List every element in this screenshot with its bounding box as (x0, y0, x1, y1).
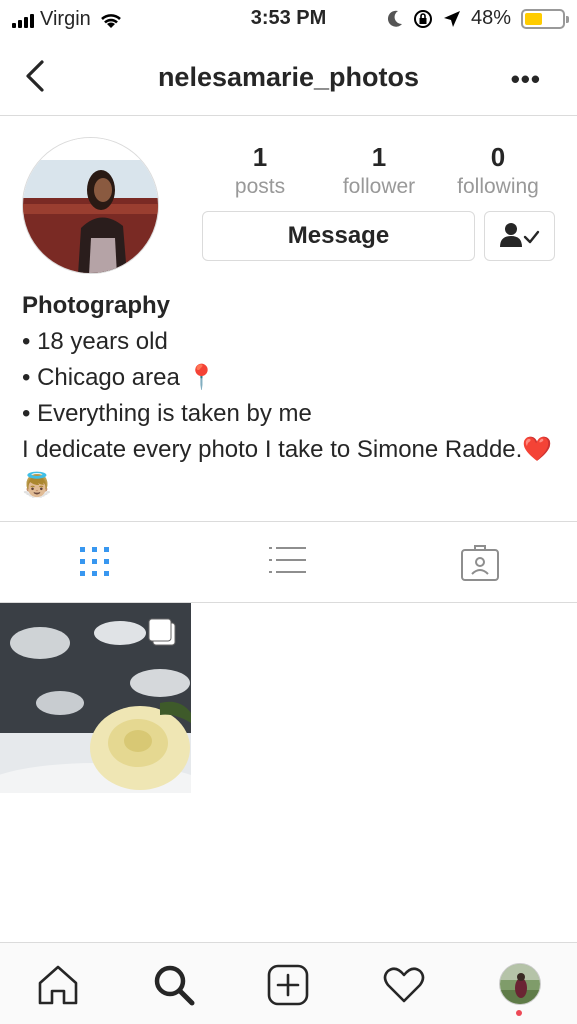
profile-stats: 1 posts 1 follower 0 following (200, 142, 560, 199)
profile-name: Photography (22, 292, 170, 319)
profile-tabs (0, 521, 577, 603)
activity-heart-icon[interactable] (382, 963, 426, 1007)
posts-stat[interactable]: 1 posts (200, 142, 320, 199)
more-options-icon[interactable]: ••• (511, 64, 541, 95)
search-icon[interactable] (152, 963, 196, 1007)
post-thumbnail[interactable] (0, 603, 191, 793)
following-count: 0 (490, 142, 506, 172)
followers-stat[interactable]: 1 follower (320, 142, 438, 199)
followers-count: 1 (371, 142, 387, 172)
grid-icon[interactable] (75, 542, 115, 582)
bio-line: • Chicago area 📍 (22, 364, 217, 391)
profile-avatar[interactable] (22, 137, 159, 274)
followers-label: follower (342, 175, 416, 198)
message-button[interactable]: Message (202, 211, 475, 261)
user-check-icon (499, 223, 539, 247)
bio-line: • 18 years old (22, 328, 168, 355)
posts-count: 1 (252, 142, 268, 172)
moon-icon (387, 10, 402, 27)
bottom-tab-bar (0, 942, 577, 1024)
home-icon[interactable] (36, 963, 80, 1007)
rotation-lock-icon (413, 9, 432, 28)
notification-dot (516, 1010, 522, 1016)
following-button[interactable] (484, 211, 555, 261)
tagged-icon[interactable] (460, 542, 500, 582)
list-icon[interactable] (268, 542, 308, 582)
posts-label: posts (234, 175, 286, 198)
location-icon (443, 10, 460, 27)
bio-dedication: I dedicate every photo I take to Simone … (22, 436, 553, 499)
new-post-icon[interactable] (266, 963, 310, 1007)
battery-icon (521, 8, 569, 29)
profile-bio: Photography • 18 years old • Chicago are… (22, 288, 562, 504)
battery-percent: 48% (470, 7, 511, 29)
status-bar: Virgin 3:53 PM 48% (0, 0, 577, 38)
nav-bar: nelesamarie_photos ••• (0, 38, 577, 116)
multiple-photos-icon (148, 618, 176, 646)
bio-line: • Everything is taken by me (22, 400, 312, 427)
following-stat[interactable]: 0 following (438, 142, 558, 199)
following-label: following (457, 175, 539, 198)
profile-tab-avatar[interactable] (499, 963, 541, 1005)
profile-username: nelesamarie_photos (157, 62, 420, 92)
